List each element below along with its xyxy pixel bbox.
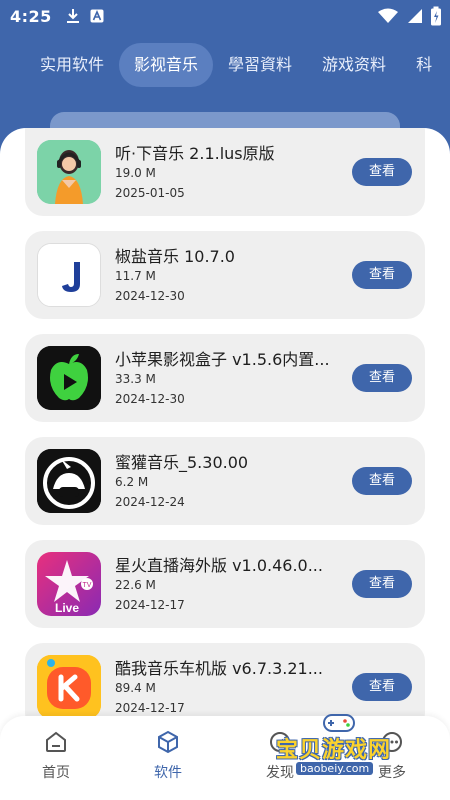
battery-icon	[431, 6, 441, 26]
live-label: Live	[55, 601, 79, 615]
category-tabs: 实用软件 影视音乐 學習資料 游戏资料 科	[0, 42, 450, 88]
tab-utility-software[interactable]: 实用软件	[25, 43, 119, 87]
app-size: 6.2 M	[115, 475, 149, 489]
app-date: 2024-12-30	[115, 289, 185, 303]
nav-more-label: 更多	[378, 765, 406, 781]
view-button[interactable]: 查看	[352, 570, 412, 598]
app-name: 小苹果影视盒子 v1.5.6内置...	[115, 350, 330, 369]
download-icon	[66, 9, 79, 23]
view-button[interactable]: 查看	[352, 158, 412, 186]
app-name: 酷我音乐车机版 v6.7.3.21...	[115, 659, 323, 678]
app-date: 2025-01-05	[115, 186, 185, 200]
app-size: 19.0 M	[115, 166, 156, 180]
app-name: 蜜獾音乐_5.30.00	[115, 453, 249, 472]
tv-badge-label: TV	[83, 582, 92, 589]
box-icon	[158, 730, 178, 754]
list-item[interactable]: 小苹果影视盒子 v1.5.6内置... 33.3 M 2024-12-30 查看	[25, 334, 425, 422]
more-icon	[382, 732, 402, 752]
list-item[interactable]: 蜜獾音乐_5.30.00 6.2 M 2024-12-24 查看	[25, 437, 425, 525]
nav-more[interactable]: 更多	[357, 730, 427, 782]
girl-headphones-icon	[37, 140, 101, 204]
app-date: 2024-12-30	[115, 392, 185, 406]
tab-science-partial[interactable]: 科	[401, 43, 447, 87]
text-a-icon	[90, 9, 104, 23]
tab-video-music[interactable]: 影视音乐	[119, 43, 214, 87]
view-button[interactable]: 查看	[352, 261, 412, 289]
app-name: 听·下音乐 2.1.lus原版	[115, 144, 275, 163]
wifi-icon	[378, 8, 398, 23]
nav-discover-label: 发现	[266, 765, 294, 781]
tab-learning-materials[interactable]: 學習資料	[213, 43, 307, 87]
nav-discover[interactable]: 发现	[245, 730, 315, 782]
app-size: 89.4 M	[115, 681, 156, 695]
app-name: 椒盐音乐 10.7.0	[115, 247, 235, 266]
star-live-icon: TV Live	[37, 552, 101, 616]
nav-home[interactable]: 首页	[21, 730, 91, 782]
view-button[interactable]: 查看	[352, 467, 412, 495]
view-button[interactable]: 查看	[352, 364, 412, 392]
app-date: 2024-12-17	[115, 598, 185, 612]
view-button[interactable]: 查看	[352, 673, 412, 701]
honey-badger-icon	[37, 449, 101, 513]
nav-home-label: 首页	[42, 765, 70, 781]
content-sheet: 听·下音乐 2.1.lus原版 19.0 M 2025-01-05 查看 椒盐音…	[0, 128, 450, 800]
list-item[interactable]: 椒盐音乐 10.7.0 11.7 M 2024-12-30 查看	[25, 231, 425, 319]
app-size: 33.3 M	[115, 372, 156, 386]
app-name: 星火直播海外版 v1.0.46.0...	[115, 556, 323, 575]
nav-software[interactable]: 软件	[133, 730, 203, 782]
status-bar: 4:25	[0, 0, 450, 32]
bottom-nav: 首页 软件 发现 更多	[0, 716, 450, 800]
green-apple-play-icon	[37, 346, 101, 410]
list-item[interactable]: 听·下音乐 2.1.lus原版 19.0 M 2025-01-05 查看	[25, 128, 425, 216]
app-date: 2024-12-24	[115, 495, 185, 509]
kuwo-k-icon	[37, 655, 101, 719]
nav-software-label: 软件	[154, 765, 182, 781]
discover-icon	[270, 732, 290, 752]
status-time: 4:25	[10, 6, 52, 26]
app-size: 22.6 M	[115, 578, 156, 592]
list-item[interactable]: TV Live 星火直播海外版 v1.0.46.0... 22.6 M 2024…	[25, 540, 425, 628]
home-icon	[46, 731, 66, 752]
tab-game-materials[interactable]: 游戏资料	[307, 43, 401, 87]
app-date: 2024-12-17	[115, 701, 185, 715]
signal-icon	[408, 9, 422, 23]
app-size: 11.7 M	[115, 269, 156, 283]
letter-j-icon	[37, 243, 101, 307]
